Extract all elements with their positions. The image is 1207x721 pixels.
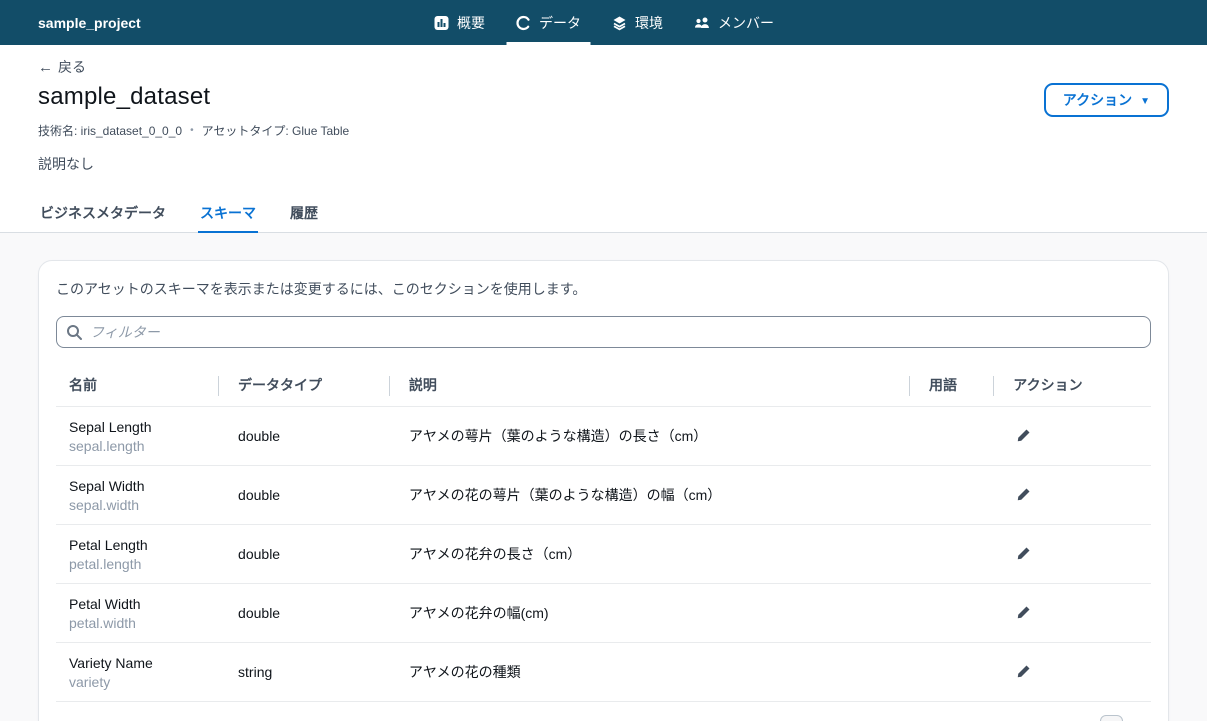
table-row: Petal Width petal.width double アヤメの花弁の幅(…: [56, 584, 1151, 643]
environments-icon: [611, 15, 627, 31]
back-arrow-icon: ←: [38, 58, 53, 76]
field-description: アヤメの花の種類: [408, 664, 521, 680]
field-terms: [909, 407, 993, 466]
nav-item-data[interactable]: データ: [500, 0, 596, 45]
column-header-description: 説明: [389, 365, 909, 407]
field-display-name: Sepal Length: [69, 418, 152, 435]
field-terms: [909, 525, 993, 584]
pencil-icon: [1018, 606, 1030, 619]
field-datatype: double: [238, 605, 281, 621]
chevron-down-icon: ▼: [1140, 95, 1150, 107]
nav-item-label: 概要: [457, 14, 485, 31]
members-icon: [693, 15, 710, 31]
pencil-icon: [1018, 665, 1030, 678]
edit-button[interactable]: [1013, 426, 1034, 445]
previous-page-button[interactable]: [1075, 718, 1093, 721]
actions-button[interactable]: アクション ▼: [1043, 83, 1169, 117]
back-link[interactable]: ← 戻る: [38, 57, 86, 77]
nav-menu: 概要 データ 環境 メンバー: [418, 0, 789, 45]
field-technical-name: sepal.length: [69, 437, 145, 454]
tab-business-metadata[interactable]: ビジネスメタデータ: [38, 197, 168, 232]
edit-button[interactable]: [1013, 603, 1034, 622]
table-header-row: 名前 データタイプ 説明 用語 アクション: [56, 365, 1151, 407]
column-header-terms: 用語: [909, 365, 993, 407]
nav-item-label: 環境: [635, 14, 663, 31]
field-display-name: Sepal Width: [69, 477, 145, 494]
page-number-button[interactable]: 1: [1100, 715, 1123, 721]
table-row: Sepal Width sepal.width double アヤメの花の萼片（…: [56, 466, 1151, 525]
project-name[interactable]: sample_project: [38, 15, 141, 31]
data-circle-icon: [515, 15, 531, 31]
field-datatype: double: [238, 487, 281, 503]
field-technical-name: variety: [69, 673, 111, 690]
field-terms: [909, 643, 993, 702]
field-terms: [909, 584, 993, 643]
pencil-icon: [1018, 429, 1030, 442]
field-datatype: double: [238, 546, 281, 562]
table-row: Petal Length petal.length double アヤメの花弁の…: [56, 525, 1151, 584]
bar-chart-icon: [433, 15, 449, 31]
top-navbar: sample_project 概要 データ 環境 メンバー: [0, 0, 1207, 45]
field-description: アヤメの花の萼片（葉のような構造）の幅（cm）: [408, 487, 722, 503]
field-display-name: Petal Length: [69, 536, 148, 553]
page-title: sample_dataset: [38, 83, 211, 110]
page-header: ← 戻る sample_dataset アクション ▼ 技術名: iris_da…: [0, 45, 1207, 233]
field-technical-name: petal.width: [69, 614, 136, 631]
edit-button[interactable]: [1013, 485, 1034, 504]
search-icon: [67, 324, 82, 340]
filter-input[interactable]: [90, 317, 1141, 347]
tab-bar: ビジネスメタデータ スキーマ 履歴: [0, 197, 1207, 233]
field-description: アヤメの花弁の長さ（cm）: [408, 546, 582, 562]
nav-item-label: データ: [539, 14, 581, 31]
back-link-label: 戻る: [58, 59, 86, 75]
pagination: 1: [56, 702, 1151, 721]
tab-history[interactable]: 履歴: [288, 197, 320, 232]
nav-item-members[interactable]: メンバー: [678, 0, 789, 45]
column-header-actions: アクション: [993, 365, 1151, 407]
column-header-datatype: データタイプ: [218, 365, 389, 407]
field-technical-name: petal.length: [69, 555, 142, 572]
schema-table: 名前 データタイプ 説明 用語 アクション Sepal Length sepal…: [56, 365, 1151, 702]
field-datatype: double: [238, 428, 281, 444]
field-description: アヤメの萼片（葉のような構造）の長さ（cm）: [408, 428, 708, 444]
technical-name: 技術名: iris_dataset_0_0_0: [38, 124, 183, 138]
separator-dot: •: [190, 125, 194, 136]
nav-item-label: メンバー: [718, 14, 774, 31]
field-technical-name: sepal.width: [69, 496, 140, 513]
column-header-name: 名前: [69, 377, 97, 393]
table-row: Sepal Length sepal.length double アヤメの萼片（…: [56, 407, 1151, 466]
tab-schema[interactable]: スキーマ: [198, 197, 258, 233]
schema-instructions: このアセットのスキーマを表示または変更するには、このセクションを使用します。: [56, 281, 587, 297]
edit-button[interactable]: [1013, 544, 1034, 563]
field-terms: [909, 466, 993, 525]
nav-item-overview[interactable]: 概要: [418, 0, 500, 45]
nav-item-environments[interactable]: 環境: [596, 0, 678, 45]
next-page-button[interactable]: [1130, 718, 1148, 721]
filter-box: [56, 316, 1151, 348]
field-datatype: string: [238, 664, 273, 680]
schema-card: このアセットのスキーマを表示または変更するには、このセクションを使用します。 名…: [38, 260, 1169, 721]
content-area: このアセットのスキーマを表示または変更するには、このセクションを使用します。 名…: [0, 233, 1207, 721]
field-display-name: Variety Name: [69, 654, 153, 671]
asset-description: 説明なし: [38, 156, 94, 172]
field-description: アヤメの花弁の幅(cm): [408, 605, 549, 621]
pencil-icon: [1018, 488, 1030, 501]
field-display-name: Petal Width: [69, 595, 141, 612]
asset-meta: 技術名: iris_dataset_0_0_0 • アセットタイプ: Glue …: [38, 122, 1169, 139]
pencil-icon: [1018, 547, 1030, 560]
table-row: Variety Name variety string アヤメの花の種類: [56, 643, 1151, 702]
edit-button[interactable]: [1013, 662, 1034, 681]
asset-type: アセットタイプ: Glue Table: [201, 124, 350, 138]
